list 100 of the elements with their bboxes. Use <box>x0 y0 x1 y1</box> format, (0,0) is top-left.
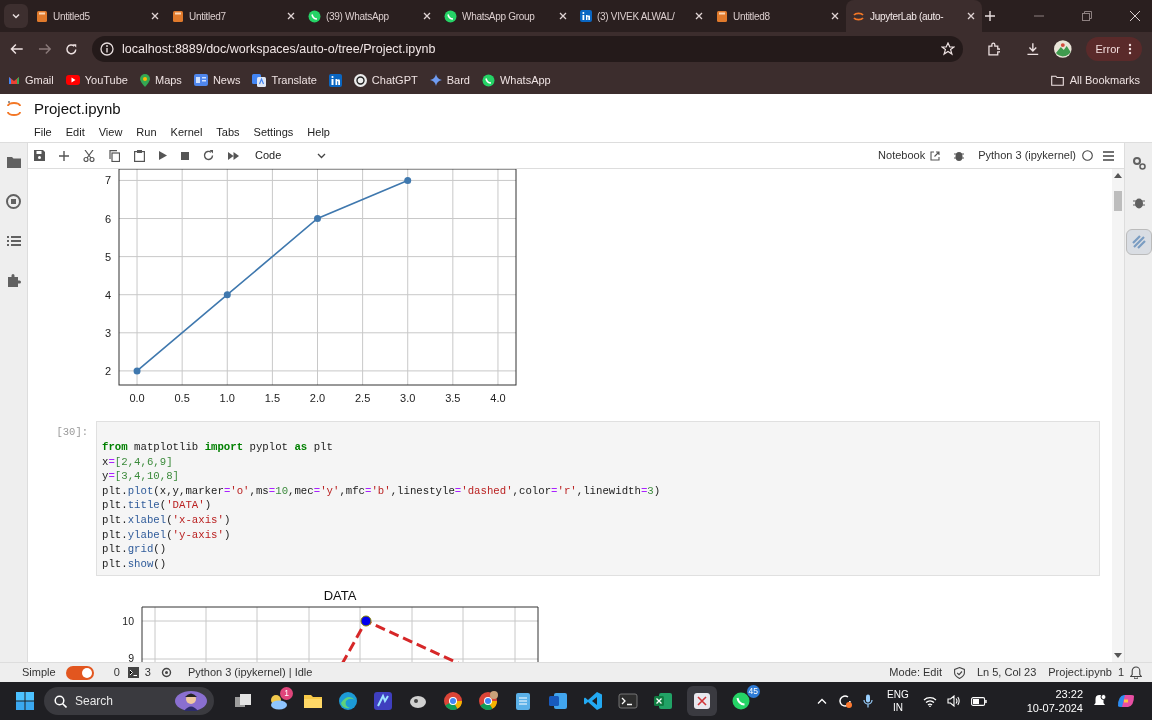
stop-icon[interactable] <box>181 151 189 160</box>
browser-tab[interactable]: Untitled7 <box>166 0 302 32</box>
volume-icon[interactable] <box>946 695 961 707</box>
bell-icon[interactable] <box>1130 666 1142 679</box>
address-bar[interactable]: localhost:8889/doc/workspaces/auto-o/tree/Project.ipynb <box>92 36 963 62</box>
clock[interactable]: 23:22 10-07-2024 <box>1026 687 1083 715</box>
menu-item[interactable]: Edit <box>58 123 92 141</box>
battery-icon[interactable] <box>970 696 987 706</box>
document-app-icon[interactable] <box>548 691 568 711</box>
browser-tab[interactable]: WhatsApp Group <box>438 0 574 32</box>
save-icon[interactable] <box>34 150 45 161</box>
extensions-icon[interactable] <box>986 42 1001 56</box>
menu-item[interactable]: File <box>34 123 59 141</box>
browser-tab[interactable]: JupyterLab (auto- <box>846 0 982 32</box>
fast-forward-icon[interactable] <box>228 151 239 160</box>
restart-icon[interactable] <box>203 150 214 161</box>
code-cell[interactable] <box>96 421 1100 577</box>
close-icon[interactable] <box>830 11 840 21</box>
scrollbar-thumb[interactable] <box>1114 191 1122 211</box>
scrollbar[interactable] <box>1112 169 1124 662</box>
menu-item[interactable]: Settings <box>246 123 301 141</box>
search-highlight-icon <box>174 690 208 712</box>
bookmark-link[interactable]: Maps <box>139 71 182 89</box>
wifi-icon[interactable] <box>922 695 937 707</box>
browser-icon[interactable] <box>338 691 358 711</box>
scroll-down-icon[interactable] <box>1114 653 1122 658</box>
menu-item[interactable]: Help <box>300 123 337 141</box>
notepad-icon[interactable] <box>513 691 533 711</box>
bookmark-link[interactable]: News <box>193 71 241 89</box>
forward-arrow-icon[interactable] <box>37 43 52 55</box>
cut-icon[interactable] <box>83 149 95 162</box>
taskbar-search-field[interactable]: Search <box>44 687 214 715</box>
bookmark-link[interactable]: Bard <box>429 71 470 89</box>
close-icon[interactable] <box>966 11 976 21</box>
close-icon[interactable] <box>422 11 432 21</box>
windows-start-icon[interactable] <box>16 692 34 710</box>
kernel-chip-icon[interactable] <box>160 667 172 678</box>
scroll-up-icon[interactable] <box>1114 173 1122 178</box>
in-square-icon[interactable] <box>328 73 342 87</box>
notebook-button[interactable]: Notebook <box>878 147 941 164</box>
close-icon[interactable] <box>558 11 568 21</box>
close-icon[interactable] <box>694 11 704 21</box>
paste-icon[interactable] <box>134 149 145 162</box>
microphone-icon[interactable] <box>863 694 874 708</box>
chrome-icon[interactable] <box>443 691 463 711</box>
bookmark-link[interactable]: Gmail <box>8 71 54 89</box>
gears-icon[interactable] <box>1131 156 1146 170</box>
back-arrow-icon[interactable] <box>10 43 24 55</box>
snipping-tool-icon[interactable] <box>692 691 712 711</box>
sync-icon[interactable] <box>837 693 854 709</box>
notification-bell-icon[interactable] <box>1093 694 1106 708</box>
all-bookmarks-link[interactable]: All Bookmarks <box>1050 71 1140 89</box>
menu-item[interactable]: Run <box>129 123 164 141</box>
run-icon[interactable] <box>159 151 167 160</box>
folder-icon[interactable] <box>6 156 21 168</box>
download-icon[interactable] <box>1026 42 1040 56</box>
browser-tab[interactable]: Untitled5 <box>30 0 166 32</box>
bug-icon[interactable] <box>954 150 965 161</box>
avatar-icon[interactable] <box>1053 40 1072 58</box>
code-editor-icon[interactable] <box>583 691 603 711</box>
menu-item[interactable]: View <box>91 123 130 141</box>
menu-icon[interactable] <box>1103 150 1114 161</box>
list-icon[interactable] <box>6 235 21 247</box>
language-code: ENG <box>887 688 909 701</box>
bookmark-link[interactable]: Translate <box>252 71 317 89</box>
document-title: Project.ipynb <box>34 98 121 119</box>
chevron-up-icon[interactable] <box>817 698 828 704</box>
chrome-profile-icon[interactable] <box>478 691 498 711</box>
terminal-icon[interactable] <box>127 667 139 678</box>
browser-tab[interactable]: (39) WhatsApp <box>302 0 438 32</box>
bookmark-link[interactable]: ChatGPT <box>353 71 418 89</box>
terminal-icon[interactable] <box>618 691 638 711</box>
simple-mode-toggle[interactable] <box>65 665 94 680</box>
browser-tab[interactable]: (3) VIVEK ALWAL/ <box>574 0 710 32</box>
puzzle-icon[interactable] <box>6 273 21 287</box>
copilot-icon[interactable] <box>1116 692 1136 710</box>
sparkle-icon <box>429 74 442 86</box>
reload-icon[interactable] <box>65 42 79 56</box>
app-icon[interactable] <box>373 691 393 711</box>
close-icon[interactable] <box>150 11 160 21</box>
copy-icon[interactable] <box>109 149 120 162</box>
bookmark-link[interactable]: YouTube <box>65 71 128 89</box>
cell-type-dropdown[interactable]: Code <box>255 147 327 164</box>
kernel-button[interactable]: Python 3 (ipykernel) <box>978 147 1093 164</box>
browser-tab[interactable]: Untitled8 <box>710 0 846 32</box>
close-icon[interactable] <box>286 11 296 21</box>
star-icon[interactable] <box>940 42 955 56</box>
language-indicator[interactable]: ENG IN <box>887 688 909 714</box>
tab-search-button[interactable] <box>4 4 28 28</box>
stop-circle-icon[interactable] <box>6 194 21 209</box>
shield-check-icon[interactable] <box>953 666 965 679</box>
close-icon[interactable] <box>1130 11 1140 21</box>
menu-item[interactable]: Tabs <box>209 123 247 141</box>
spreadsheet-app-icon[interactable] <box>653 691 673 711</box>
plus-icon[interactable] <box>59 150 69 161</box>
profile-error-button[interactable]: Error <box>1085 37 1142 61</box>
restore-icon[interactable] <box>1082 11 1092 21</box>
menu-item[interactable]: Kernel <box>163 123 210 141</box>
bookmark-link[interactable]: WhatsApp <box>481 71 551 89</box>
bug-icon[interactable] <box>1132 196 1145 209</box>
